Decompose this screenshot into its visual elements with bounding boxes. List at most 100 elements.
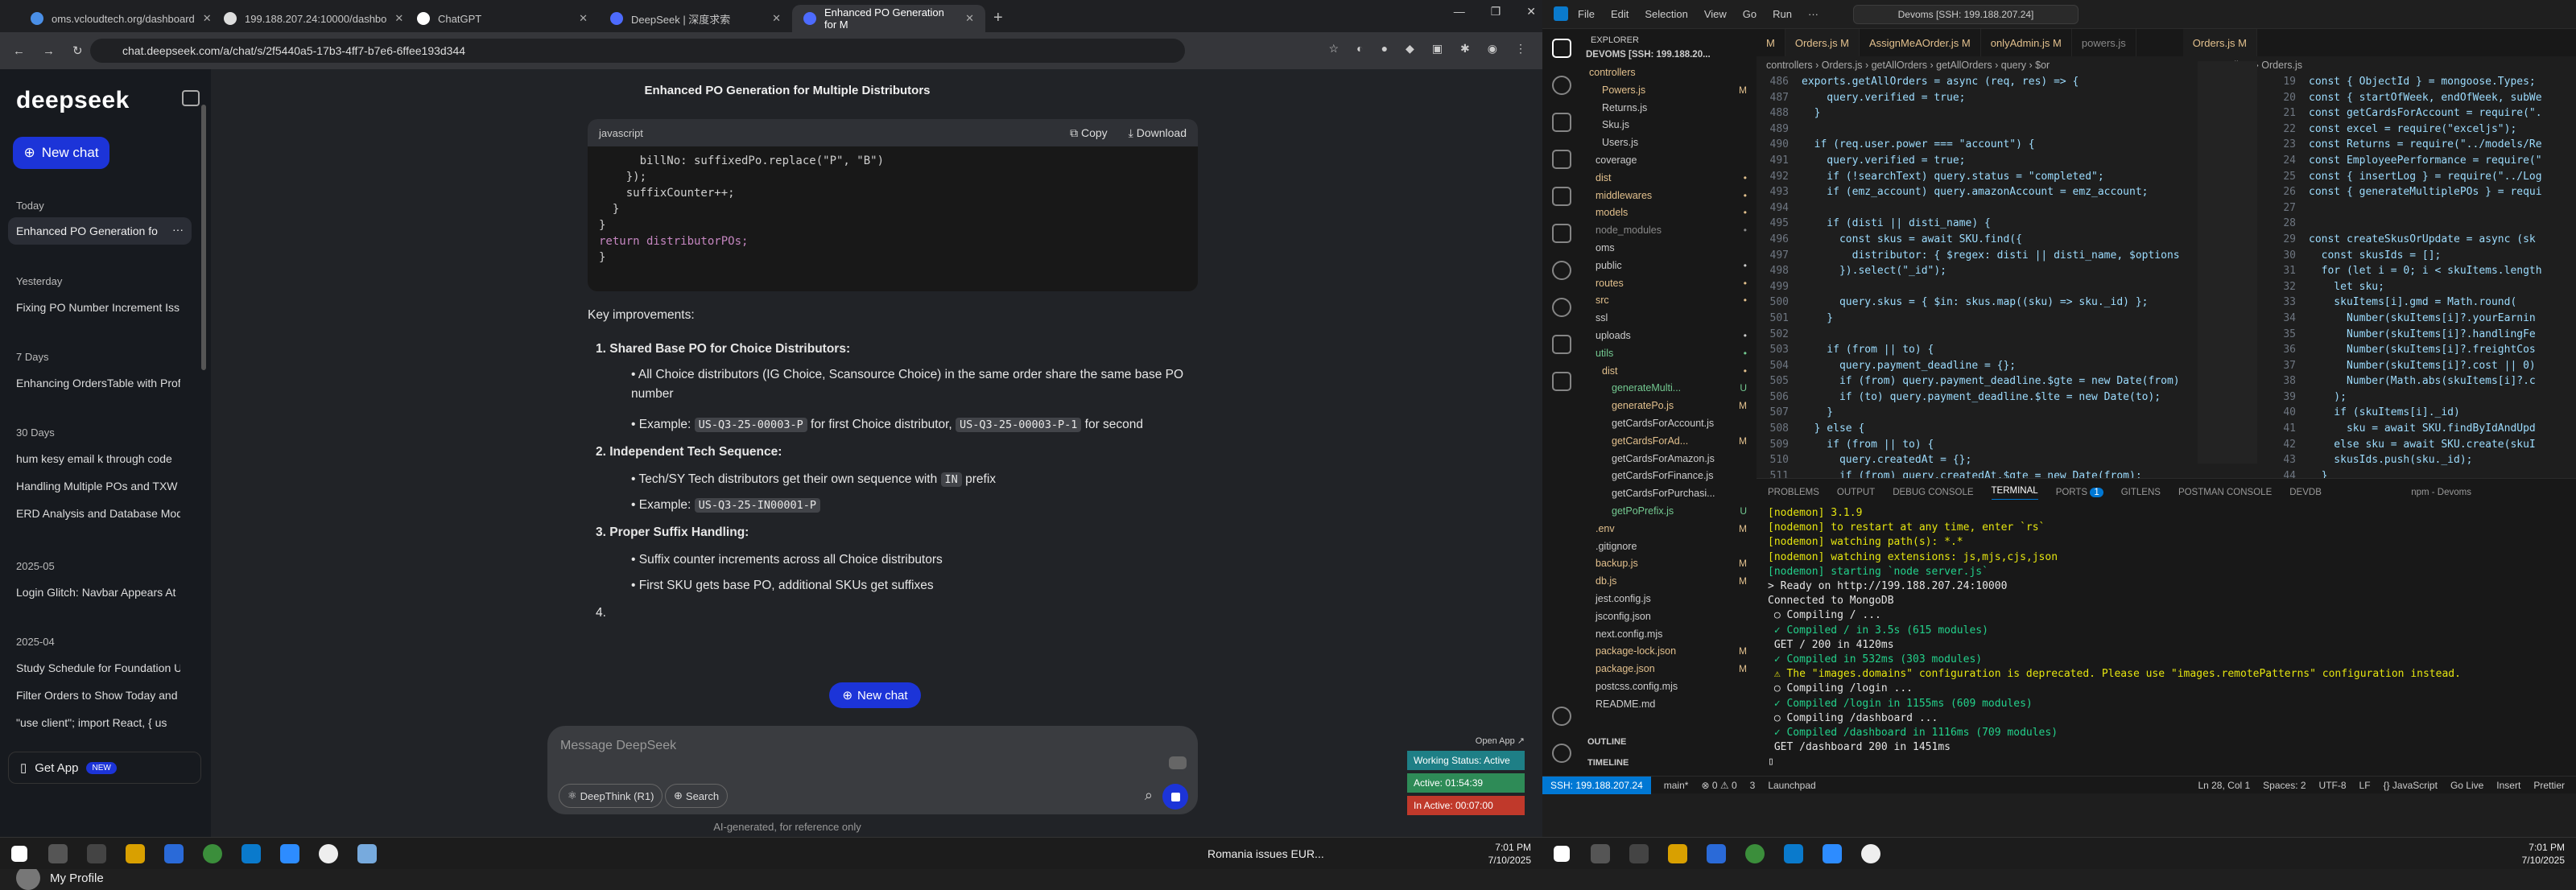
tree-item[interactable]: .gitignore [1581, 538, 1757, 556]
history-item[interactable]: Filter Orders to Show Today and [16, 689, 180, 702]
tab-dashboard-ip[interactable]: 199.188.207.24:10000/dashbo ✕ [213, 5, 406, 32]
store-icon[interactable] [1707, 844, 1726, 863]
tree-item[interactable]: oms [1581, 240, 1757, 258]
app-icon[interactable] [1861, 844, 1880, 863]
menu-selection[interactable]: Selection [1645, 8, 1687, 20]
tree-item[interactable]: package-lock.json M [1581, 643, 1757, 661]
problems-count[interactable]: ⊗ 0 ⚠ 0 [1701, 780, 1736, 791]
tree-item[interactable]: jest.config.js [1581, 591, 1757, 608]
history-item[interactable]: hum kesy email k through code [16, 452, 180, 465]
editor-tab[interactable]: AssignMeAOrder.js M [1860, 29, 1981, 56]
breadcrumb-path[interactable]: controllers › Orders.js › getAllOrders ›… [1766, 60, 2050, 71]
chrome-icon[interactable] [203, 844, 222, 863]
manage-gear-icon[interactable] [1552, 744, 1571, 763]
history-item[interactable]: Handling Multiple POs and TXW [16, 480, 180, 492]
history-item[interactable]: Study Schedule for Foundation U [16, 661, 180, 674]
editor-tab[interactable]: M [1757, 29, 1785, 56]
tree-item[interactable]: .env M [1581, 521, 1757, 538]
terminal-selector[interactable]: npm - Devoms [2411, 488, 2471, 497]
file-explorer-icon[interactable] [126, 844, 145, 863]
cursor-position[interactable]: Ln 28, Col 1 [2198, 780, 2250, 791]
menu-more[interactable]: ··· [1808, 8, 1818, 20]
prettier[interactable]: Prettier [2533, 780, 2565, 791]
tab-terminal[interactable]: TERMINAL [1991, 486, 2038, 500]
git-branch[interactable]: main* [1664, 780, 1689, 791]
tab-chatgpt[interactable]: ChatGPT ✕ [406, 5, 599, 32]
windows-start-icon[interactable] [11, 846, 27, 862]
tree-item[interactable]: getCardsForAccount.js [1581, 415, 1757, 433]
go-live[interactable]: Go Live [2450, 780, 2483, 791]
task-view-icon[interactable] [1629, 844, 1649, 863]
close-tab-icon[interactable]: ✕ [965, 12, 974, 25]
tree-item[interactable]: db.js M [1581, 573, 1757, 591]
code-editor-left[interactable]: 486 exports.getAllOrders = async (req, re… [1757, 74, 2191, 484]
search-icon[interactable] [48, 844, 68, 863]
tree-item[interactable]: README.md [1581, 696, 1757, 714]
workspace-root[interactable]: DEVOMS [SSH: 199.188.20... [1581, 45, 1757, 64]
tree-item[interactable]: dist • [1581, 363, 1757, 381]
remote-indicator[interactable]: SSH: 199.188.207.24 [1542, 776, 1651, 794]
reload-icon[interactable]: ↻ [72, 43, 83, 58]
launchpad[interactable]: Launchpad [1768, 780, 1815, 791]
send-button[interactable] [1162, 784, 1188, 810]
command-center-search[interactable]: Devoms [SSH: 199.188.207.24] [1853, 5, 2079, 24]
history-item[interactable]: Login Glitch: Navbar Appears At [16, 586, 180, 599]
open-app-link[interactable]: Open App ↗ [1407, 735, 1525, 746]
tree-item[interactable]: src • [1581, 292, 1757, 310]
postman-icon[interactable] [1552, 298, 1571, 317]
tree-item[interactable]: getCardsForAd... M [1581, 433, 1757, 451]
zoom-icon[interactable] [280, 844, 299, 863]
timeline-section[interactable]: TIMELINE [1587, 758, 1629, 768]
tree-item[interactable]: postcss.config.mjs [1581, 678, 1757, 696]
bookmark-star-icon[interactable]: ☆ [1329, 42, 1340, 56]
tree-item[interactable]: generateMulti... U [1581, 380, 1757, 398]
task-view-icon[interactable] [87, 844, 106, 863]
run-debug-icon[interactable] [1552, 150, 1571, 169]
tree-item[interactable]: public • [1581, 258, 1757, 275]
close-button[interactable]: ✕ [1526, 5, 1536, 19]
history-item[interactable]: Fixing PO Number Increment Iss [16, 301, 180, 314]
menu-go[interactable]: Go [1743, 8, 1757, 20]
search-icon[interactable] [1552, 76, 1571, 95]
vscode-icon[interactable] [242, 844, 261, 863]
tree-item[interactable]: uploads • [1581, 328, 1757, 345]
indentation[interactable]: Spaces: 2 [2263, 780, 2306, 791]
back-icon[interactable]: ← [13, 44, 25, 58]
tree-item[interactable]: utils • [1581, 345, 1757, 363]
tree-item[interactable]: ssl [1581, 310, 1757, 328]
line-ending[interactable]: LF [2359, 780, 2371, 791]
extension-icon[interactable]: ◆ [1406, 42, 1414, 56]
forward-icon[interactable]: → [43, 44, 55, 58]
get-app-button[interactable]: ▯ Get App NEW [8, 752, 201, 784]
more-options-icon[interactable]: ··· [172, 223, 184, 236]
tab-gitlens[interactable]: GITLENS [2121, 488, 2161, 497]
code-editor-right[interactable]: 19 const { ObjectId } = mongoose.Types; 20… [2264, 74, 2576, 484]
tab-postman-console[interactable]: POSTMAN CONSOLE [2178, 488, 2272, 497]
tree-item[interactable]: Users.js [1581, 134, 1757, 152]
menu-view[interactable]: View [1704, 8, 1727, 20]
editor-tab[interactable]: onlyAdmin.js M [1981, 29, 2072, 56]
tree-item[interactable]: Powers.js M [1581, 82, 1757, 100]
store-icon[interactable] [164, 844, 184, 863]
tree-item[interactable]: dist • [1581, 170, 1757, 187]
tab-problems[interactable]: PROBLEMS [1768, 488, 1819, 497]
news-widget[interactable]: Romania issues EUR... [1208, 847, 1324, 860]
windows-start-icon[interactable] [1554, 846, 1570, 862]
close-tab-icon[interactable]: ✕ [579, 12, 588, 25]
accounts-icon[interactable] [1552, 707, 1571, 726]
tab-ports[interactable]: PORTS 1 [2056, 488, 2103, 497]
close-tab-icon[interactable]: ✕ [772, 12, 781, 25]
tree-item[interactable]: next.config.mjs [1581, 626, 1757, 644]
deepthink-toggle[interactable]: ⚛ DeepThink (R1) [559, 784, 663, 808]
tree-item[interactable]: node_modules • [1581, 222, 1757, 240]
app-icon[interactable] [319, 844, 338, 863]
new-chat-button[interactable]: ⊕ New chat [13, 137, 109, 169]
chrome-icon[interactable] [1745, 844, 1765, 863]
terminal-output[interactable]: [nodemon] 3.1.9 [nodemon] to restart at a… [1757, 506, 2576, 770]
extensions-icon[interactable] [1552, 187, 1571, 206]
insert-mode[interactable]: Insert [2496, 780, 2520, 791]
history-item[interactable]: Enhancing OrdersTable with Prof [16, 377, 180, 389]
editor-tab-right[interactable]: Orders.js M [2182, 29, 2257, 56]
chrome-menu-icon[interactable]: ⋮ [1515, 42, 1526, 56]
history-item[interactable]: "use client"; import React, { us [16, 716, 180, 729]
